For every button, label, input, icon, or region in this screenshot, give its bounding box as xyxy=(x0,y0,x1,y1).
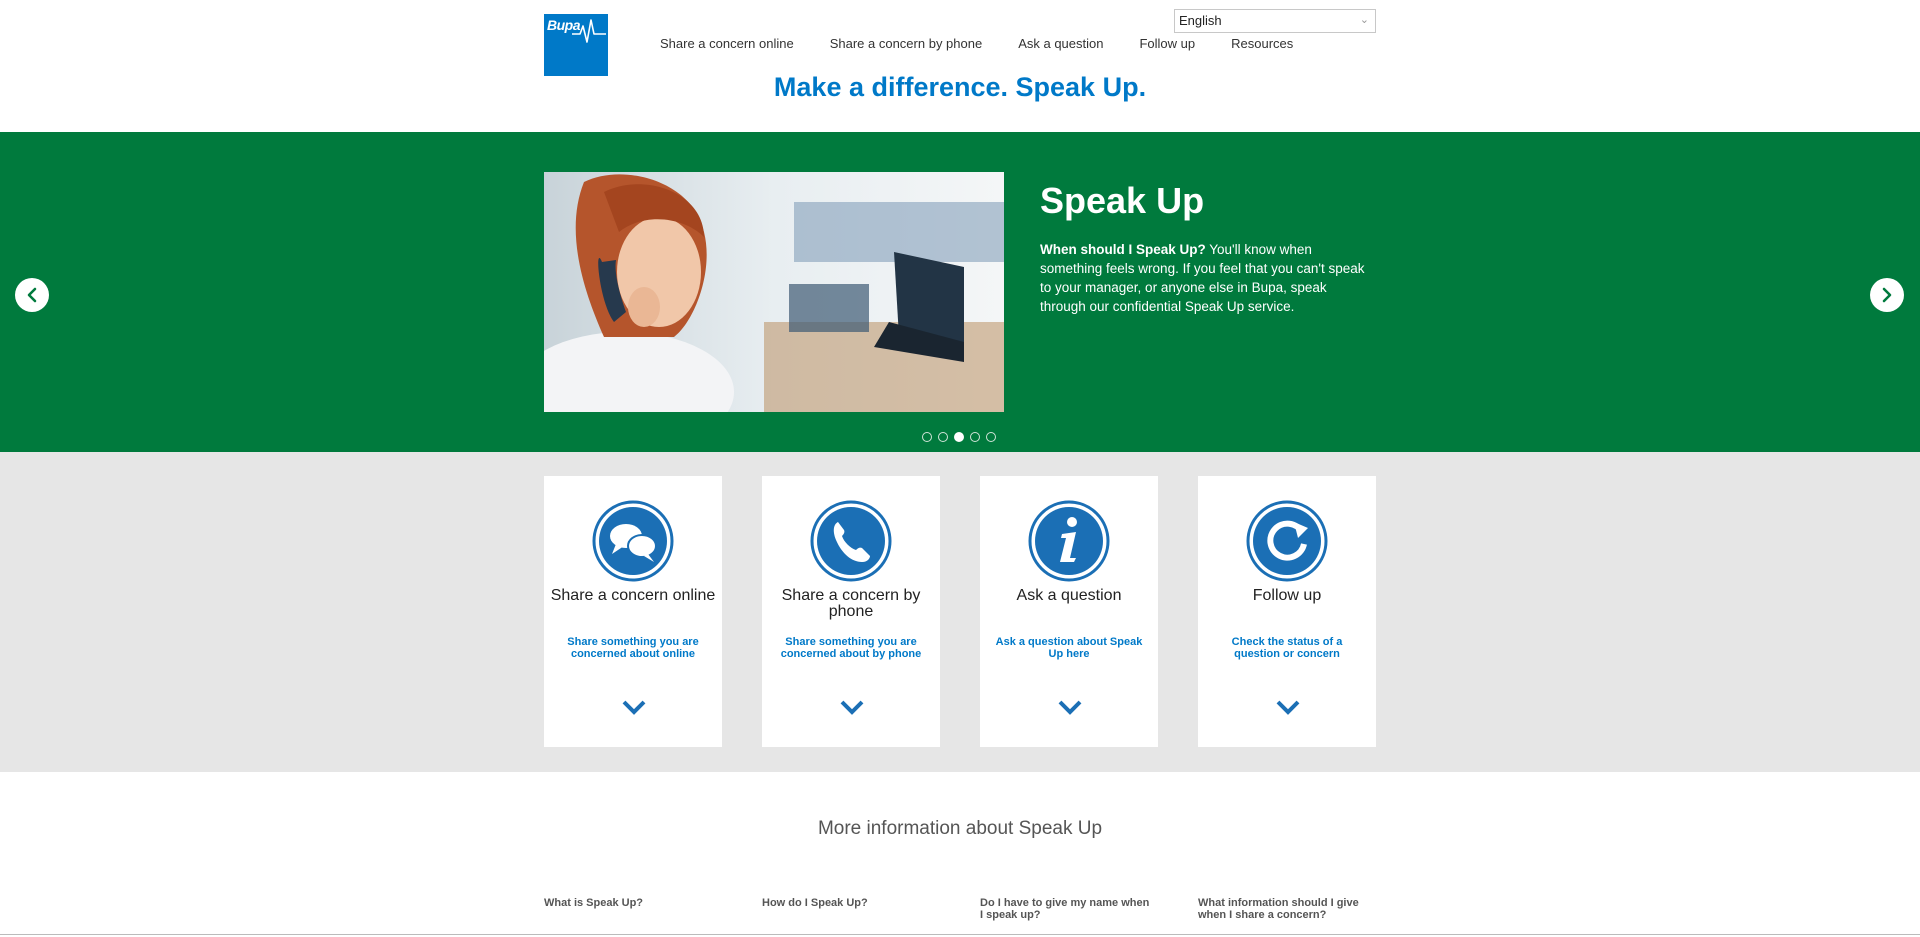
chevron-down-icon[interactable] xyxy=(621,698,647,716)
card-title: Share a concern by phone xyxy=(781,587,921,620)
card-share-concern-phone[interactable]: Share a concern by phone Share something… xyxy=(762,476,940,747)
chevron-left-icon xyxy=(27,287,37,303)
faq-link-how-do-i-speak-up[interactable]: How do I Speak Up? xyxy=(762,897,932,909)
speech-bubbles-icon xyxy=(592,500,674,582)
card-title: Share a concern online xyxy=(550,587,716,604)
faq-link-what-information[interactable]: What information should I give when I sh… xyxy=(1198,897,1368,921)
nav-ask-question[interactable]: Ask a question xyxy=(1018,36,1103,56)
chevron-down-icon: ⌄ xyxy=(1359,14,1369,26)
language-select[interactable]: English ⌄ xyxy=(1174,9,1376,33)
woman-on-phone-photo xyxy=(544,172,1004,412)
main-nav: Share a concern online Share a concern b… xyxy=(660,36,1329,56)
nav-follow-up[interactable]: Follow up xyxy=(1139,36,1195,56)
card-follow-up[interactable]: Follow up Check the status of a question… xyxy=(1198,476,1376,747)
nav-share-concern-phone[interactable]: Share a concern by phone xyxy=(830,36,983,56)
card-desc: Check the status of a question or concer… xyxy=(1231,636,1343,660)
carousel-dot[interactable] xyxy=(938,432,948,442)
info-icon xyxy=(1028,500,1110,582)
faq-link-what-is-speak-up[interactable]: What is Speak Up? xyxy=(544,897,714,909)
carousel-dots xyxy=(922,432,996,442)
carousel-dot[interactable] xyxy=(970,432,980,442)
slide-image xyxy=(544,172,1004,412)
refresh-icon xyxy=(1246,500,1328,582)
card-desc: Share something you are concerned about … xyxy=(567,636,699,660)
carousel-next-button[interactable] xyxy=(1870,278,1904,312)
site-header: Bupa English ⌄ Share a concern online Sh… xyxy=(0,0,1920,132)
slide-text: When should I Speak Up? You'll know when… xyxy=(1040,240,1370,316)
carousel-prev-button[interactable] xyxy=(15,278,49,312)
card-title: Ask a question xyxy=(1016,587,1122,604)
card-desc: Share something you are concerned about … xyxy=(780,636,922,660)
hero-carousel: Speak Up When should I Speak Up? You'll … xyxy=(0,132,1920,452)
slide-title: Speak Up xyxy=(1040,180,1205,221)
carousel-dot[interactable] xyxy=(922,432,932,442)
bupa-logo[interactable]: Bupa xyxy=(544,14,608,76)
nav-share-concern-online[interactable]: Share a concern online xyxy=(660,36,794,56)
language-selected: English xyxy=(1179,13,1222,28)
heartbeat-icon xyxy=(572,19,606,43)
faq-link-give-my-name[interactable]: Do I have to give my name when I speak u… xyxy=(980,897,1150,921)
phone-icon xyxy=(810,500,892,582)
carousel-dot[interactable] xyxy=(954,432,964,442)
action-cards-section: Share a concern online Share something y… xyxy=(0,452,1920,772)
card-title: Follow up xyxy=(1252,587,1322,604)
nav-resources[interactable]: Resources xyxy=(1231,36,1293,56)
more-info-title: More information about Speak Up xyxy=(817,818,1103,839)
card-share-concern-online[interactable]: Share a concern online Share something y… xyxy=(544,476,722,747)
chevron-down-icon[interactable] xyxy=(839,698,865,716)
chevron-down-icon[interactable] xyxy=(1057,698,1083,716)
page-tagline: Make a difference. Speak Up. xyxy=(773,72,1147,102)
carousel-dot[interactable] xyxy=(986,432,996,442)
slide-text-bold: When should I Speak Up? xyxy=(1040,242,1206,257)
chevron-down-icon[interactable] xyxy=(1275,698,1301,716)
chevron-right-icon xyxy=(1882,287,1892,303)
card-ask-question[interactable]: Ask a question Ask a question about Spea… xyxy=(980,476,1158,747)
divider xyxy=(0,934,1920,935)
card-desc: Ask a question about Speak Up here xyxy=(995,636,1143,660)
